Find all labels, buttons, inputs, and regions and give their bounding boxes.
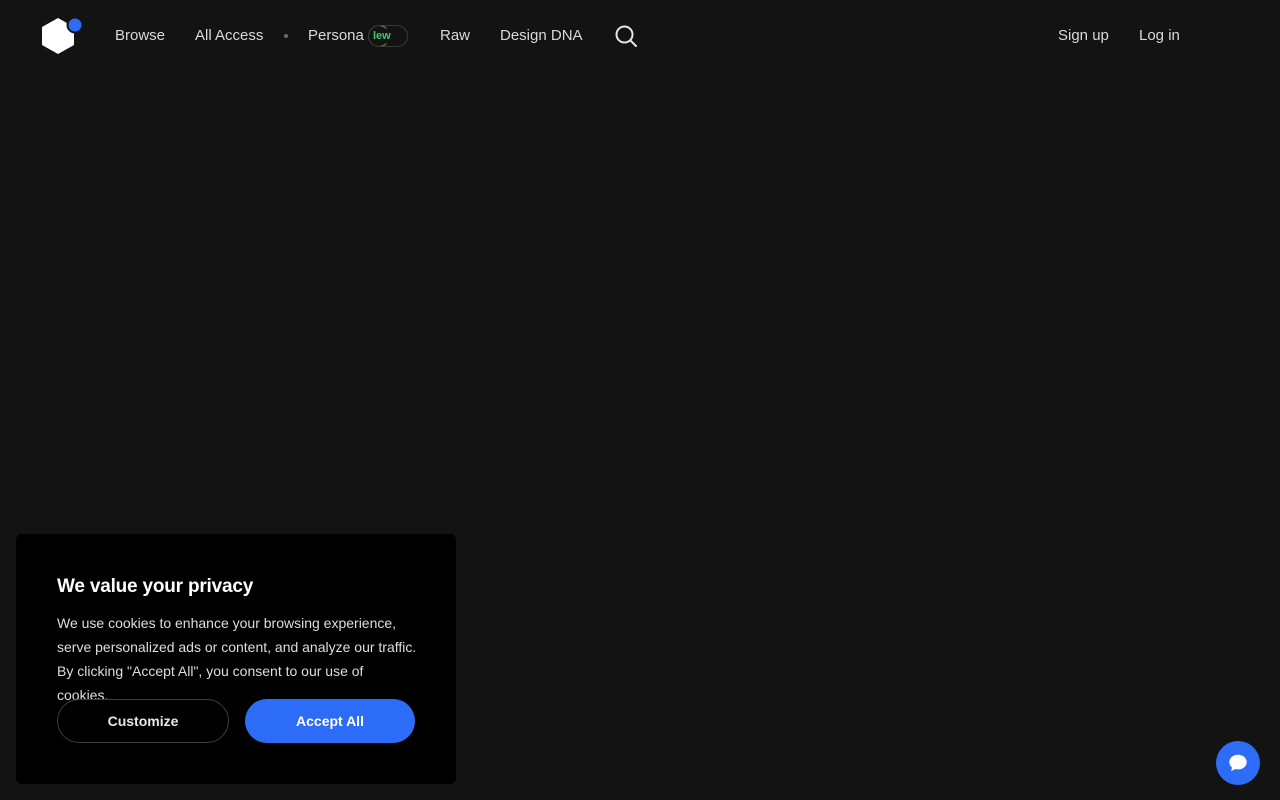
- nav-browse[interactable]: Browse: [115, 26, 165, 46]
- login-link[interactable]: Log in: [1139, 26, 1180, 46]
- signup-link[interactable]: Sign up: [1058, 26, 1109, 46]
- nav-separator-dot: [284, 34, 288, 38]
- accept-all-button[interactable]: Accept All: [245, 699, 415, 743]
- brand-logo-icon[interactable]: [40, 17, 84, 57]
- nav-design-dna[interactable]: Design DNA: [500, 26, 583, 46]
- top-navigation: Browse All Access Persona lew Raw Design…: [0, 0, 1280, 72]
- new-badge: lew: [368, 25, 408, 47]
- chat-bubble-icon[interactable]: [1216, 741, 1260, 785]
- nav-persona[interactable]: Persona: [308, 26, 364, 46]
- badge-text: lew: [373, 30, 391, 42]
- cookie-actions: Customize Accept All: [57, 699, 415, 743]
- nav-raw[interactable]: Raw: [440, 26, 470, 46]
- cookie-consent-banner: We value your privacy We use cookies to …: [16, 534, 456, 784]
- cookie-title: We value your privacy: [57, 576, 254, 597]
- search-icon[interactable]: [614, 24, 638, 48]
- customize-button[interactable]: Customize: [57, 699, 229, 743]
- nav-all-access[interactable]: All Access: [195, 26, 263, 46]
- cookie-description: We use cookies to enhance your browsing …: [57, 615, 417, 703]
